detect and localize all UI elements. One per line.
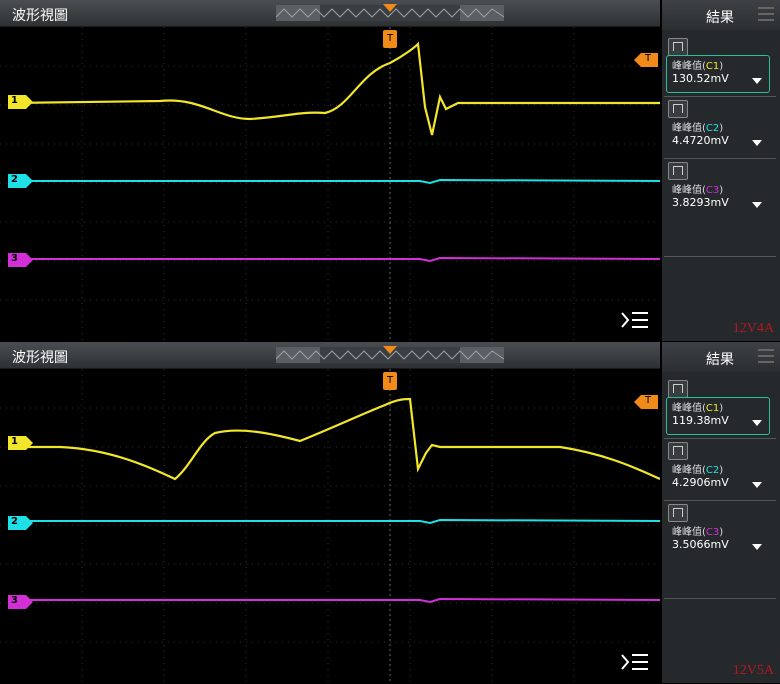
measurement-c1[interactable]: 峰峰值(C1) 130.52mV (666, 38, 770, 93)
ch1-marker[interactable]: 1 (8, 95, 34, 109)
ch3-marker[interactable]: 3 (8, 595, 34, 609)
results-title: 結果 (706, 352, 734, 368)
pulse-measure-icon (668, 38, 688, 56)
ch3-trace (10, 597, 660, 604)
waveform-titlebar: 波形視圖 (0, 0, 660, 27)
measurement-label: 峰峰值(C1) (672, 61, 724, 72)
ch3-trace (10, 256, 660, 263)
measurement-label: 峰峰值(C3) (672, 185, 724, 196)
ch2-trace (10, 518, 660, 525)
waveform-area (0, 27, 660, 340)
waveform-area (0, 369, 660, 682)
measurement-value: 3.5066mV (672, 538, 729, 551)
pulse-measure-icon (668, 162, 688, 180)
measurement-value: 3.8293mV (672, 196, 729, 209)
pulse-measure-icon (668, 504, 688, 522)
divider (664, 438, 776, 439)
trigger-position-marker[interactable] (383, 346, 397, 354)
scope-panel-1: 波形視圖 1 2 3 T T 結果 峰峰值(C1) 130.52mV 峰峰值(C… (0, 0, 780, 342)
ch1-trace (9, 41, 660, 136)
pulse-measure-icon (668, 100, 688, 118)
measurement-c3[interactable]: 峰峰值(C3) 3.5066mV (666, 504, 770, 558)
results-header: 結果 (662, 0, 780, 30)
divider (664, 598, 776, 599)
menu-icon[interactable] (758, 7, 774, 21)
annotation-label: 12V4A (732, 321, 774, 336)
waveform-titlebar: 波形視圖 (0, 342, 660, 369)
chevron-down-icon[interactable] (752, 544, 762, 550)
pulse-measure-icon (668, 442, 688, 460)
divider (664, 158, 776, 159)
measurement-label: 峰峰值(C2) (672, 465, 724, 476)
zoom-lines-icon[interactable] (620, 652, 650, 672)
trigger-position-marker[interactable] (383, 4, 397, 12)
trigger-level-marker[interactable]: T (634, 53, 658, 67)
ch2-trace (10, 178, 660, 185)
divider (664, 500, 776, 501)
measurement-c2[interactable]: 峰峰值(C2) 4.4720mV (666, 100, 770, 154)
divider (664, 96, 776, 97)
menu-icon[interactable] (758, 349, 774, 363)
results-sidebar: 結果 峰峰值(C1) 119.38mV 峰峰值(C2) 4.2906mV 峰峰值… (662, 342, 780, 683)
ch1-marker[interactable]: 1 (8, 436, 34, 450)
measurement-value: 4.4720mV (672, 134, 729, 147)
chevron-down-icon[interactable] (752, 420, 762, 426)
trigger-level-marker[interactable]: T (634, 395, 658, 409)
measurement-c2[interactable]: 峰峰值(C2) 4.2906mV (666, 442, 770, 496)
scope-panel-2: 波形視圖 1 2 3 T T 結果 峰峰值(C1) 119.38mV 峰峰值(C… (0, 342, 780, 684)
window-title: 波形視圖 (12, 350, 68, 366)
measurement-c1[interactable]: 峰峰值(C1) 119.38mV (666, 380, 770, 435)
chevron-down-icon[interactable] (752, 202, 762, 208)
trigger-time-marker[interactable]: T (383, 372, 397, 390)
ch2-marker[interactable]: 2 (8, 516, 34, 530)
chevron-down-icon[interactable] (752, 78, 762, 84)
measurement-label: 峰峰值(C2) (672, 123, 724, 134)
measurement-value: 4.2906mV (672, 476, 729, 489)
results-sidebar: 結果 峰峰值(C1) 130.52mV 峰峰值(C2) 4.4720mV 峰峰值… (662, 0, 780, 341)
chevron-down-icon[interactable] (752, 140, 762, 146)
ch2-marker[interactable]: 2 (8, 174, 34, 188)
chevron-down-icon[interactable] (752, 482, 762, 488)
measurement-value: 130.52mV (672, 72, 729, 85)
annotation-label: 12V5A (732, 663, 774, 678)
results-title: 結果 (706, 10, 734, 26)
measurement-label: 峰峰值(C1) (672, 403, 724, 414)
trigger-time-marker[interactable]: T (383, 30, 397, 48)
ch3-marker[interactable]: 3 (8, 253, 34, 267)
zoom-lines-icon[interactable] (620, 310, 650, 330)
results-header: 結果 (662, 342, 780, 372)
pulse-measure-icon (668, 380, 688, 398)
measurement-value: 119.38mV (672, 414, 729, 427)
divider (664, 256, 776, 257)
window-title: 波形視圖 (12, 8, 68, 24)
measurement-c3[interactable]: 峰峰值(C3) 3.8293mV (666, 162, 770, 216)
ch1-trace (10, 397, 660, 481)
measurement-label: 峰峰值(C3) (672, 527, 724, 538)
